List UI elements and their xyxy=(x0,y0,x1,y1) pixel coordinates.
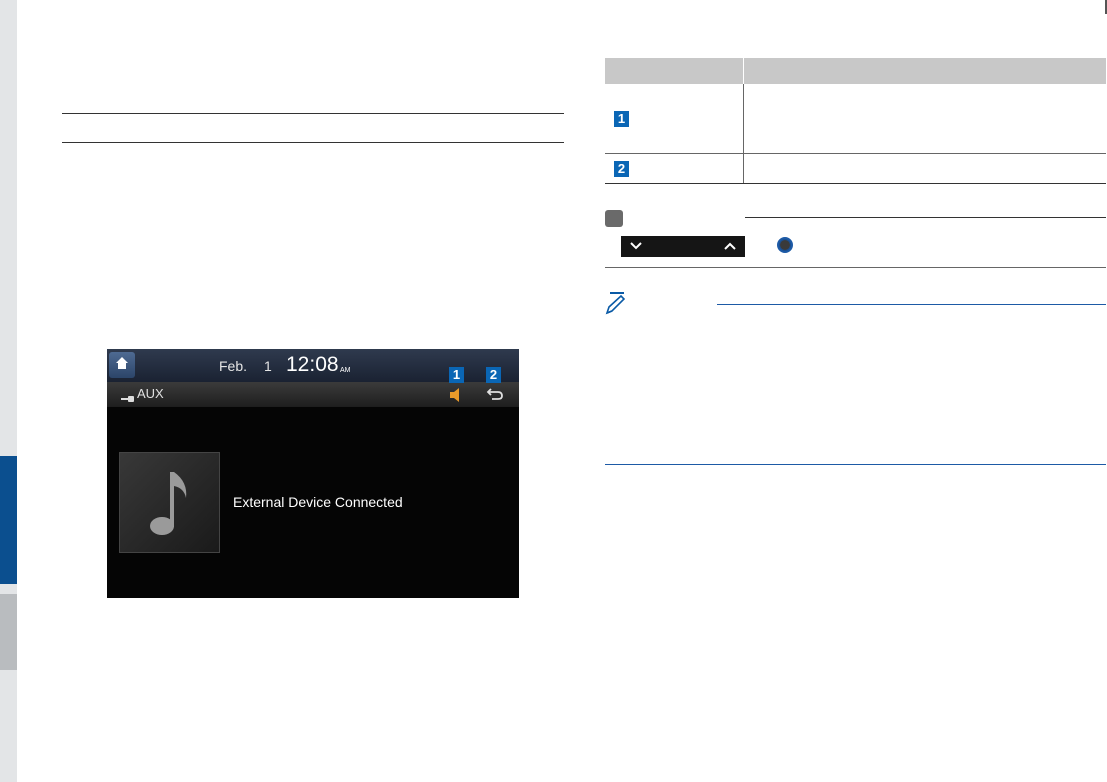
chevron-up-icon xyxy=(723,238,737,256)
table-header xyxy=(605,58,1106,84)
status-ampm: AM xyxy=(340,367,351,374)
chevron-down-icon xyxy=(629,238,643,256)
aux-screen-image: Feb. 1 12:08 AM AUX External Device Conn… xyxy=(107,349,519,598)
section-rule xyxy=(745,217,1106,218)
home-icon xyxy=(115,356,129,375)
home-button[interactable] xyxy=(109,352,135,378)
table-bottom-rule xyxy=(605,183,1106,184)
callout-2: 2 xyxy=(486,367,501,383)
callout-1: 1 xyxy=(449,367,464,383)
speaker-icon[interactable] xyxy=(448,387,462,408)
knob-icon xyxy=(777,237,793,253)
seek-button-strip xyxy=(621,236,745,257)
table-row-divider xyxy=(605,153,1106,154)
status-date: Feb. xyxy=(219,358,248,374)
album-art xyxy=(119,452,220,553)
table-row-badge-2: 2 xyxy=(614,161,629,177)
status-clock: 12:08 xyxy=(286,353,339,376)
chapter-tab xyxy=(0,594,17,670)
music-note-icon xyxy=(146,468,196,543)
section-bottom-rule xyxy=(605,267,1106,268)
source-label: AUX xyxy=(137,386,164,401)
section-square-icon xyxy=(605,210,623,227)
aux-cable-icon xyxy=(121,390,135,408)
connection-message: External Device Connected xyxy=(233,494,403,510)
table-row-badge-1: 1 xyxy=(614,111,629,127)
note-header-rule xyxy=(717,304,1106,305)
heading-rule-top xyxy=(62,113,564,114)
back-arrow-icon[interactable] xyxy=(486,386,504,407)
heading-rule-bottom xyxy=(62,142,564,143)
table-column-divider xyxy=(743,84,744,183)
chapter-tab-active xyxy=(0,456,17,584)
pencil-note-icon xyxy=(603,291,629,322)
status-day: 1 xyxy=(264,358,272,374)
note-bottom-rule xyxy=(605,464,1106,465)
